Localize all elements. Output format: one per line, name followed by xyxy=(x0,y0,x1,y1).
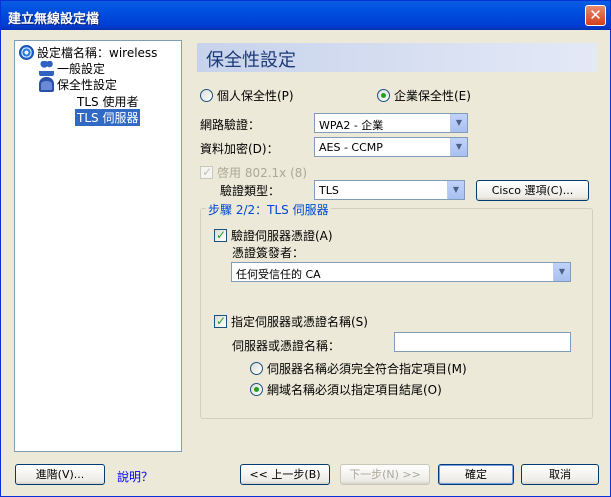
checkbox-label: 指定伺服器或憑證名稱(S) xyxy=(231,315,368,329)
title-bar[interactable]: 建立無線設定檔 ✕ xyxy=(1,1,610,30)
radio-label: 企業保全性(E) xyxy=(394,89,471,103)
help-link[interactable]: 說明？ xyxy=(117,468,153,485)
tree-item-label: 設定檔名稱：wireless xyxy=(37,46,158,60)
radio-label: 伺服器名稱必須完全符合指定項目(M) xyxy=(267,362,467,376)
encrypt-label: 資料加密(D)： xyxy=(200,142,279,156)
back-button[interactable]: << 上一步(B) xyxy=(240,464,330,485)
next-button[interactable]: 下一步(N) >> xyxy=(340,464,430,485)
enable-8021x-checkbox[interactable]: 啓用 802.1x (8) xyxy=(200,164,307,181)
tree-item-label: TLS 伺服器 xyxy=(77,111,139,125)
auth-label: 網路驗證： xyxy=(200,118,261,132)
radio-circle xyxy=(377,89,390,102)
tree-item-label: 一般設定 xyxy=(57,62,106,76)
ok-button[interactable]: 確定 xyxy=(438,464,514,485)
checkbox-label: 驗證伺服器憑證(A) xyxy=(231,229,333,243)
tree-item-general[interactable]: 一般設定 xyxy=(39,60,105,77)
specify-name-checkbox[interactable]: 指定伺服器或憑證名稱(S) xyxy=(214,313,368,330)
checkbox-label: 啓用 802.1x (8) xyxy=(217,166,308,180)
tree-item-label: TLS 使用者 xyxy=(77,95,139,109)
encrypt-value: AES - CCMP xyxy=(319,141,383,154)
dialog-window: 建立無線設定檔 ✕ 設定檔名稱：wireless 一般設定 保全性設定 TLS … xyxy=(0,0,611,497)
chevron-down-icon[interactable]: ▼ xyxy=(553,263,570,281)
page-title: 保全性設定 xyxy=(206,50,296,71)
auth-select[interactable]: WPA2 - 企業 ▼ xyxy=(314,113,468,133)
tree-item-tls-server[interactable]: TLS 伺服器 xyxy=(75,109,141,126)
radio-circle xyxy=(250,362,263,375)
issuer-select[interactable]: 任何受信任的 CA ▼ xyxy=(231,262,571,282)
tree-item-profile[interactable]: 設定檔名稱：wireless xyxy=(19,44,157,61)
tree-item-label: 保全性設定 xyxy=(57,78,118,92)
settings-tree: 設定檔名稱：wireless 一般設定 保全性設定 TLS 使用者 TLS 伺服… xyxy=(14,40,182,452)
close-button[interactable]: ✕ xyxy=(585,5,606,26)
checkbox-box xyxy=(214,314,227,328)
cisco-options-button[interactable]: Cisco 選項(C)... xyxy=(476,180,589,201)
window-title: 建立無線設定檔 xyxy=(8,12,100,27)
lock-icon xyxy=(39,77,54,92)
server-name-input[interactable] xyxy=(394,332,571,352)
tree-item-security[interactable]: 保全性設定 xyxy=(39,76,117,93)
server-name-label: 伺服器或憑證名稱： xyxy=(232,339,341,353)
step-group-title: 步驟 2/2：TLS 伺服器 xyxy=(206,201,331,218)
personal-security-radio[interactable]: 個人保全性(P) xyxy=(200,87,294,104)
people-icon xyxy=(39,61,54,76)
checkbox-box xyxy=(200,165,213,179)
cancel-button[interactable]: 取消 xyxy=(521,464,599,485)
eap-type-select[interactable]: TLS ▼ xyxy=(314,180,465,200)
validate-cert-checkbox[interactable]: 驗證伺服器憑證(A) xyxy=(214,227,333,244)
wifi-icon xyxy=(19,45,34,60)
match-exact-radio[interactable]: 伺服器名稱必須完全符合指定項目(M) xyxy=(250,360,467,377)
chevron-down-icon[interactable]: ▼ xyxy=(450,138,467,156)
issuer-label: 憑證簽發者： xyxy=(232,246,305,260)
match-suffix-radio[interactable]: 網域名稱必須以指定項目結尾(O) xyxy=(250,381,442,398)
checkbox-box xyxy=(214,228,227,242)
radio-circle xyxy=(200,89,213,102)
chevron-down-icon[interactable]: ▼ xyxy=(450,114,467,132)
chevron-down-icon[interactable]: ▼ xyxy=(447,181,464,199)
advanced-button[interactable]: 進階(V)... xyxy=(15,464,105,485)
radio-circle xyxy=(250,383,263,396)
radio-label: 個人保全性(P) xyxy=(217,89,294,103)
eap-type-label: 驗證類型： xyxy=(220,184,281,198)
encrypt-select[interactable]: AES - CCMP ▼ xyxy=(314,137,468,157)
issuer-value: 任何受信任的 CA xyxy=(236,268,321,281)
enterprise-security-radio[interactable]: 企業保全性(E) xyxy=(377,87,471,104)
radio-label: 網域名稱必須以指定項目結尾(O) xyxy=(267,383,442,397)
tree-item-tls-user[interactable]: TLS 使用者 xyxy=(77,93,138,110)
eap-type-value: TLS xyxy=(319,184,339,197)
auth-value: WPA2 - 企業 xyxy=(319,119,384,132)
section-header: 保全性設定 xyxy=(197,43,597,72)
